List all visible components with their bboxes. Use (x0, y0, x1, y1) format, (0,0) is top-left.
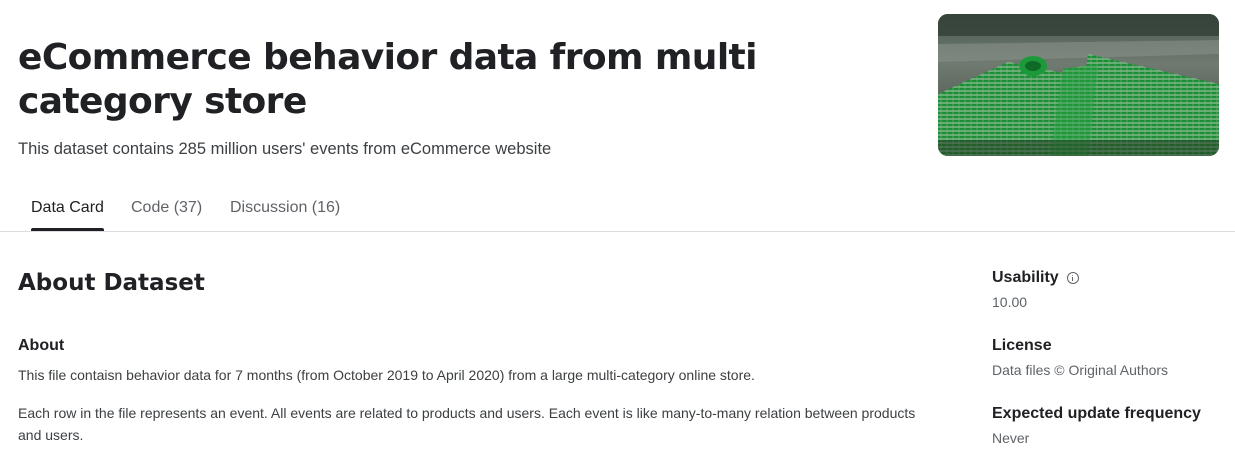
about-paragraph: Each row in the file represents an event… (18, 405, 916, 443)
page-subtitle: This dataset contains 285 million users'… (18, 140, 552, 158)
usability-value: 10.00 (992, 294, 1028, 310)
dataset-page: eCommerce behavior data from multi categ… (0, 0, 1235, 458)
tab-data-card[interactable]: Data Card (31, 198, 104, 231)
usability-section: Usability 10.00 (992, 268, 1227, 312)
about-paragraph: This file contaisn behavior data for 7 m… (18, 367, 755, 383)
about-dataset-heading: About Dataset (18, 270, 205, 296)
license-value: Data files © Original Authors (992, 362, 1169, 378)
tab-discussion[interactable]: Discussion (16) (230, 198, 340, 230)
update-frequency-label: Expected update frequency (992, 405, 1201, 422)
info-icon[interactable] (1066, 272, 1079, 284)
usability-label-row: Usability (992, 268, 1227, 288)
update-frequency-section: Expected update frequency Never (992, 404, 1227, 448)
page-title: eCommerce behavior data from multi categ… (18, 37, 758, 122)
usability-label: Usability (992, 269, 1059, 286)
license-label: License (992, 337, 1052, 354)
about-subheading: About (18, 337, 65, 354)
license-section: License Data files © Original Authors (992, 336, 1227, 380)
dataset-cover-image (938, 14, 1219, 156)
tab-bar: Data Card Code (37) Discussion (16) (0, 186, 1235, 232)
tab-code[interactable]: Code (37) (131, 198, 202, 230)
update-frequency-value: Never (992, 430, 1030, 446)
